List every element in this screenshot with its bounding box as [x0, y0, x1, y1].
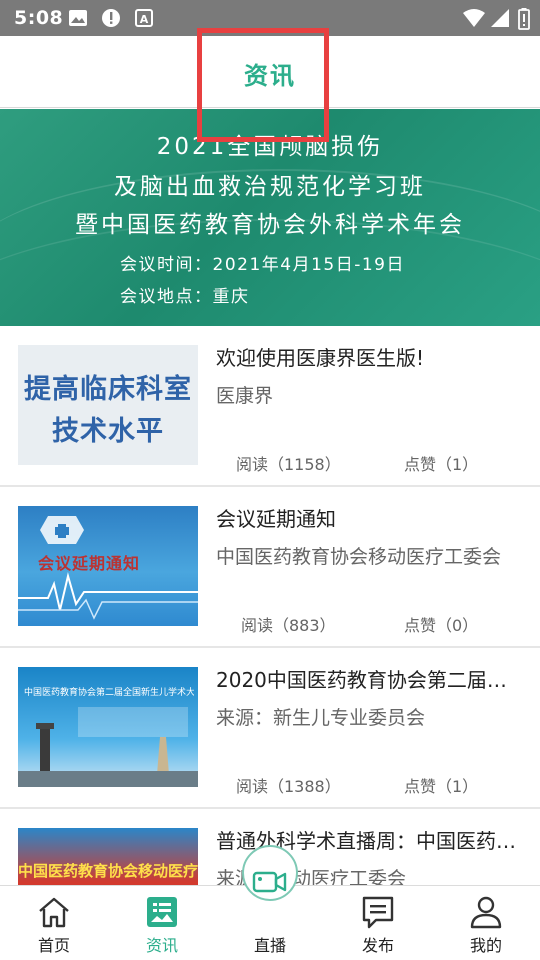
battery-icon	[518, 8, 530, 34]
article-title: 会议延期通知	[216, 507, 336, 531]
thumbnail-text: 技术水平	[52, 416, 164, 447]
home-icon	[36, 894, 72, 930]
thumbnail-text: 中国医药教育协会移动医疗工作委员会	[18, 862, 198, 880]
article-likes: 点赞（1）	[404, 777, 479, 796]
article-reads: 阅读（1158）	[236, 455, 341, 474]
article-source: 中国医药教育协会移动医疗工委会	[216, 546, 502, 568]
article-thumbnail: 提高临床科室 技术水平	[18, 345, 198, 465]
article-source: 医康界	[216, 385, 274, 407]
wifi-icon	[462, 8, 486, 32]
article-source: 来源：新生儿专业委员会	[216, 707, 426, 729]
article-reads: 阅读（883）	[241, 616, 336, 635]
article-item[interactable]: 会议延期通知 会议延期通知 中国医药教育协会移动医疗工委会 阅读（883） 点赞…	[0, 487, 540, 648]
tab-label: 首页	[37, 936, 70, 955]
tab-label: 我的	[469, 936, 502, 955]
article-likes: 点赞（0）	[404, 616, 479, 635]
tab-publish[interactable]: 发布	[324, 886, 432, 960]
svg-text:A: A	[140, 13, 149, 26]
bottom-nav: 首页 资讯 直播 发布 我的	[0, 871, 540, 960]
article-title: 欢迎使用医康界医生版!	[216, 346, 425, 370]
banner-place: 会议地点：重庆	[120, 287, 250, 307]
status-time: 5:08	[14, 7, 64, 29]
publish-icon	[360, 894, 396, 930]
article-title: 2020中国医药教育协会第二届全国新生儿学术大会	[216, 668, 522, 692]
banner-line-3: 暨中国医药教育协会外科学术年会	[75, 212, 465, 238]
article-item[interactable]: 提高临床科室 技术水平 欢迎使用医康界医生版! 医康界 阅读（1158） 点赞（…	[0, 326, 540, 487]
signal-icon	[490, 8, 510, 32]
news-icon	[144, 894, 180, 930]
banner-line-2: 及脑出血救治规范化学习班	[114, 174, 426, 200]
tab-live[interactable]: 直播	[216, 871, 324, 960]
article-item[interactable]: 中国医药教育协会第二届全国新生儿学术大会 2020中国医药教育协会第二届全国新生…	[0, 648, 540, 809]
article-thumbnail: 会议延期通知	[18, 506, 198, 626]
article-likes: 点赞（1）	[404, 455, 479, 474]
tab-news[interactable]: 资讯	[108, 886, 216, 960]
tab-label: 直播	[253, 936, 286, 955]
thumbnail-text: 会议延期通知	[38, 554, 141, 573]
tab-profile[interactable]: 我的	[432, 886, 540, 960]
profile-icon	[468, 894, 504, 930]
article-thumbnail: 中国医药教育协会第二届全国新生儿学术大会	[18, 667, 198, 787]
thumbnail-art	[18, 707, 198, 787]
tab-label: 发布	[361, 936, 394, 955]
image-icon	[68, 8, 88, 32]
text-icon: A	[135, 8, 153, 32]
tab-label: 资讯	[145, 936, 178, 955]
highlight-box	[197, 28, 329, 142]
video-icon	[252, 864, 288, 900]
banner-time: 会议时间：2021年4月15日-19日	[120, 255, 405, 275]
thumbnail-text: 提高临床科室	[24, 374, 192, 405]
alert-icon	[101, 8, 121, 32]
article-reads: 阅读（1388）	[236, 777, 341, 796]
tab-home[interactable]: 首页	[0, 886, 108, 960]
